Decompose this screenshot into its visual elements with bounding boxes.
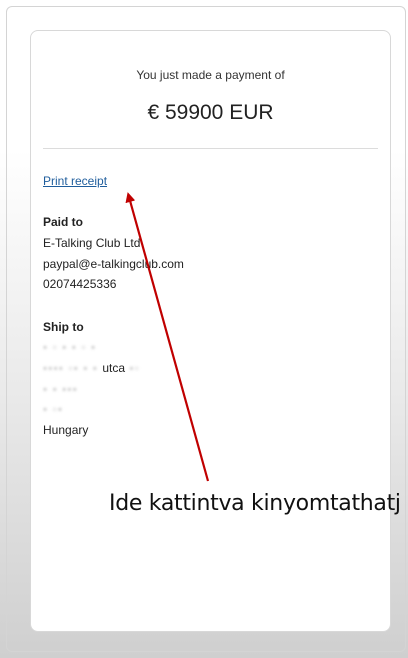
paid-to-phone: 02074425336 [43,277,117,291]
paid-to-email: paypal@e-talkingclub.com [43,257,184,271]
payment-amount: € 59900 EUR [147,101,274,124]
ship-to-city-redacted: ▪ ▪ ▪▪▪ [43,382,78,396]
ship-to-name-redacted: ▪ ▫ ▪ ▪ ▫ ▪ [43,340,97,354]
ship-to-postcode-redacted: ▪ ▫▪ [43,402,64,416]
paid-to-name: E-Talking Club Ltd [43,236,141,250]
payment-intro-text: You just made a payment of [136,68,285,82]
paid-to-heading: Paid to [43,215,84,229]
ship-to-street-suffix: utca [102,361,126,375]
ship-to-heading: Ship to [43,320,84,334]
ship-to-street: ▪▪▪▪ ▫▪ ▪ ▪ utca ▪▫ [43,361,140,375]
ship-to-country: Hungary [43,423,89,437]
payment-confirmation-card: You just made a payment of € 59900 EUR P… [30,30,391,632]
annotation-label: Ide kattintva kinyomtathatj [109,491,401,516]
print-receipt-link[interactable]: Print receipt [43,174,107,188]
divider [43,148,378,149]
